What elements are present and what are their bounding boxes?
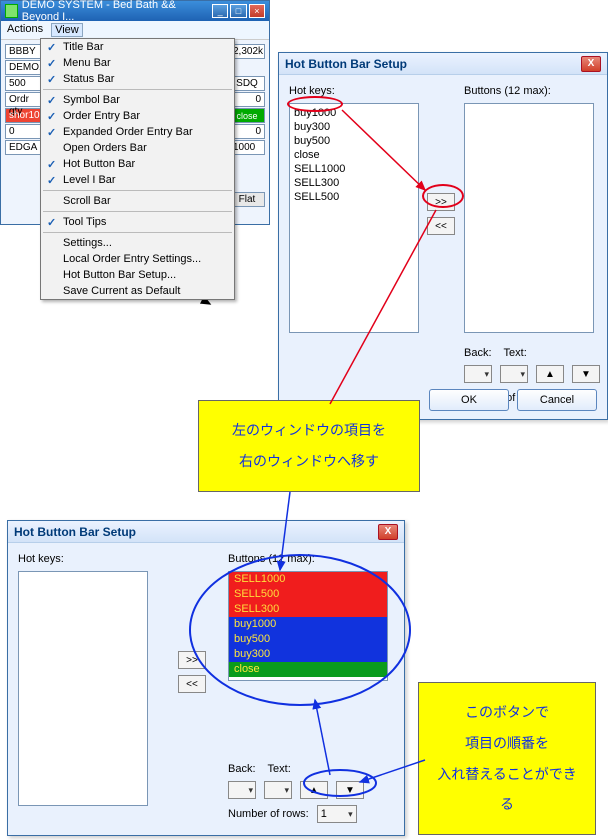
back-color-dropdown-2[interactable]: ▾: [228, 781, 256, 799]
menu-item[interactable]: Settings...: [41, 235, 234, 251]
buttons-label-2: Buttons (12 max):: [228, 553, 315, 565]
cell-shor1000[interactable]: shor1000: [5, 108, 45, 123]
menu-item[interactable]: Scroll Bar: [41, 193, 234, 209]
cell-demo14[interactable]: DEMO14: [5, 60, 45, 75]
rows-label-2: Number of rows:: [228, 808, 309, 820]
cell-500[interactable]: 500: [5, 76, 45, 91]
text-label-2: Text:: [268, 763, 291, 775]
left-column: BBBY DEMO14 500 Ordr qty shor1000 0 EDGA: [5, 44, 45, 156]
remove-button-2[interactable]: <<: [178, 675, 206, 693]
button-item[interactable]: SELL500: [229, 587, 387, 602]
hotkey-item[interactable]: buy300: [294, 120, 414, 134]
move-down-button-2[interactable]: ▼: [336, 781, 364, 799]
button-item[interactable]: close: [229, 662, 387, 677]
close-button[interactable]: ×: [249, 4, 265, 18]
dialog1-close-button[interactable]: X: [581, 56, 601, 72]
cell-zero[interactable]: 0: [5, 124, 45, 139]
dialog2-titlebar[interactable]: Hot Button Bar Setup X: [8, 521, 404, 543]
menu-item[interactable]: Level I Bar: [41, 172, 234, 188]
back-label-2: Back:: [228, 763, 256, 775]
hotbutton-dialog-2: Hot Button Bar Setup X Hot keys: Buttons…: [7, 520, 405, 836]
callout-move: 左のウィンドウの項目を 右のウィンドウへ移す: [198, 400, 420, 492]
move-up-button[interactable]: ▲: [536, 365, 564, 383]
buttons-label: Buttons (12 max):: [464, 85, 551, 97]
buttons-listbox-2[interactable]: SELL1000SELL500SELL300buy1000buy500buy30…: [228, 571, 388, 681]
move-up-button-2[interactable]: ▲: [300, 781, 328, 799]
hotkey-item[interactable]: SELL1000: [294, 162, 414, 176]
hotkeys-label-2: Hot keys:: [18, 553, 64, 565]
menu-item[interactable]: Expanded Order Entry Bar: [41, 124, 234, 140]
move-down-button[interactable]: ▼: [572, 365, 600, 383]
menu-item[interactable]: Save Current as Default: [41, 283, 234, 299]
hotkey-item[interactable]: close: [294, 148, 414, 162]
text-color-dropdown[interactable]: ▾: [500, 365, 528, 383]
maximize-button[interactable]: □: [230, 4, 246, 18]
menu-view[interactable]: View: [51, 23, 83, 37]
menu-item[interactable]: Hot Button Bar: [41, 156, 234, 172]
hotkeys-listbox[interactable]: buy1000buy300buy500closeSELL1000SELL300S…: [289, 103, 419, 333]
hotbutton-dialog-1: Hot Button Bar Setup X Hot keys: Buttons…: [278, 52, 608, 420]
text-label: Text:: [504, 347, 527, 359]
back-color-dropdown[interactable]: ▾: [464, 365, 492, 383]
button-item[interactable]: SELL1000: [229, 572, 387, 587]
dialog2-close-button[interactable]: X: [378, 524, 398, 540]
back-label: Back:: [464, 347, 492, 359]
view-dropdown[interactable]: Title BarMenu BarStatus Bar Symbol BarOrd…: [40, 38, 235, 300]
menu-item[interactable]: Menu Bar: [41, 55, 234, 71]
ok-button[interactable]: OK: [429, 389, 509, 411]
minimize-button[interactable]: _: [212, 4, 228, 18]
app-icon: [5, 4, 18, 18]
remove-button[interactable]: <<: [427, 217, 455, 235]
cell-edga[interactable]: EDGA: [5, 140, 45, 155]
buttons-listbox[interactable]: [464, 103, 594, 333]
menu-item[interactable]: Local Order Entry Settings...: [41, 251, 234, 267]
button-item[interactable]: buy300: [229, 647, 387, 662]
hotkey-item[interactable]: buy1000: [294, 106, 414, 120]
rows-dropdown-2[interactable]: 1▾: [317, 805, 357, 823]
button-item[interactable]: buy500: [229, 632, 387, 647]
menu-item[interactable]: Hot Button Bar Setup...: [41, 267, 234, 283]
menu-item[interactable]: Symbol Bar: [41, 92, 234, 108]
add-button-2[interactable]: >>: [178, 651, 206, 669]
hotkey-item[interactable]: SELL500: [294, 190, 414, 204]
hotkeys-listbox-2[interactable]: [18, 571, 148, 806]
button-item[interactable]: buy1000: [229, 617, 387, 632]
demo-titlebar[interactable]: DEMO SYSTEM - Bed Bath && Beyond I... _ …: [1, 1, 269, 21]
add-button[interactable]: >>: [427, 193, 455, 211]
cancel-button[interactable]: Cancel: [517, 389, 597, 411]
cell-bbby[interactable]: BBBY: [5, 44, 45, 59]
menu-item[interactable]: Open Orders Bar: [41, 140, 234, 156]
text-color-dropdown-2[interactable]: ▾: [264, 781, 292, 799]
callout-reorder: このボタンで 項目の順番を 入れ替えることができる: [418, 682, 596, 835]
menu-item[interactable]: Title Bar: [41, 39, 234, 55]
demo-title-text: DEMO SYSTEM - Bed Bath && Beyond I...: [22, 0, 210, 23]
hotkey-item[interactable]: buy500: [294, 134, 414, 148]
hotkey-item[interactable]: SELL300: [294, 176, 414, 190]
dialog1-titlebar[interactable]: Hot Button Bar Setup X: [279, 53, 607, 75]
button-item[interactable]: SELL300: [229, 602, 387, 617]
menu-actions[interactable]: Actions: [7, 23, 43, 37]
hotkeys-label: Hot keys:: [289, 85, 335, 97]
menu-item[interactable]: Tool Tips: [41, 214, 234, 230]
menu-item[interactable]: Order Entry Bar: [41, 108, 234, 124]
menu-item[interactable]: Status Bar: [41, 71, 234, 87]
dialog2-title-text: Hot Button Bar Setup: [14, 525, 136, 539]
cell-ordrqty[interactable]: Ordr qty: [5, 92, 45, 107]
dialog1-title-text: Hot Button Bar Setup: [285, 57, 407, 71]
